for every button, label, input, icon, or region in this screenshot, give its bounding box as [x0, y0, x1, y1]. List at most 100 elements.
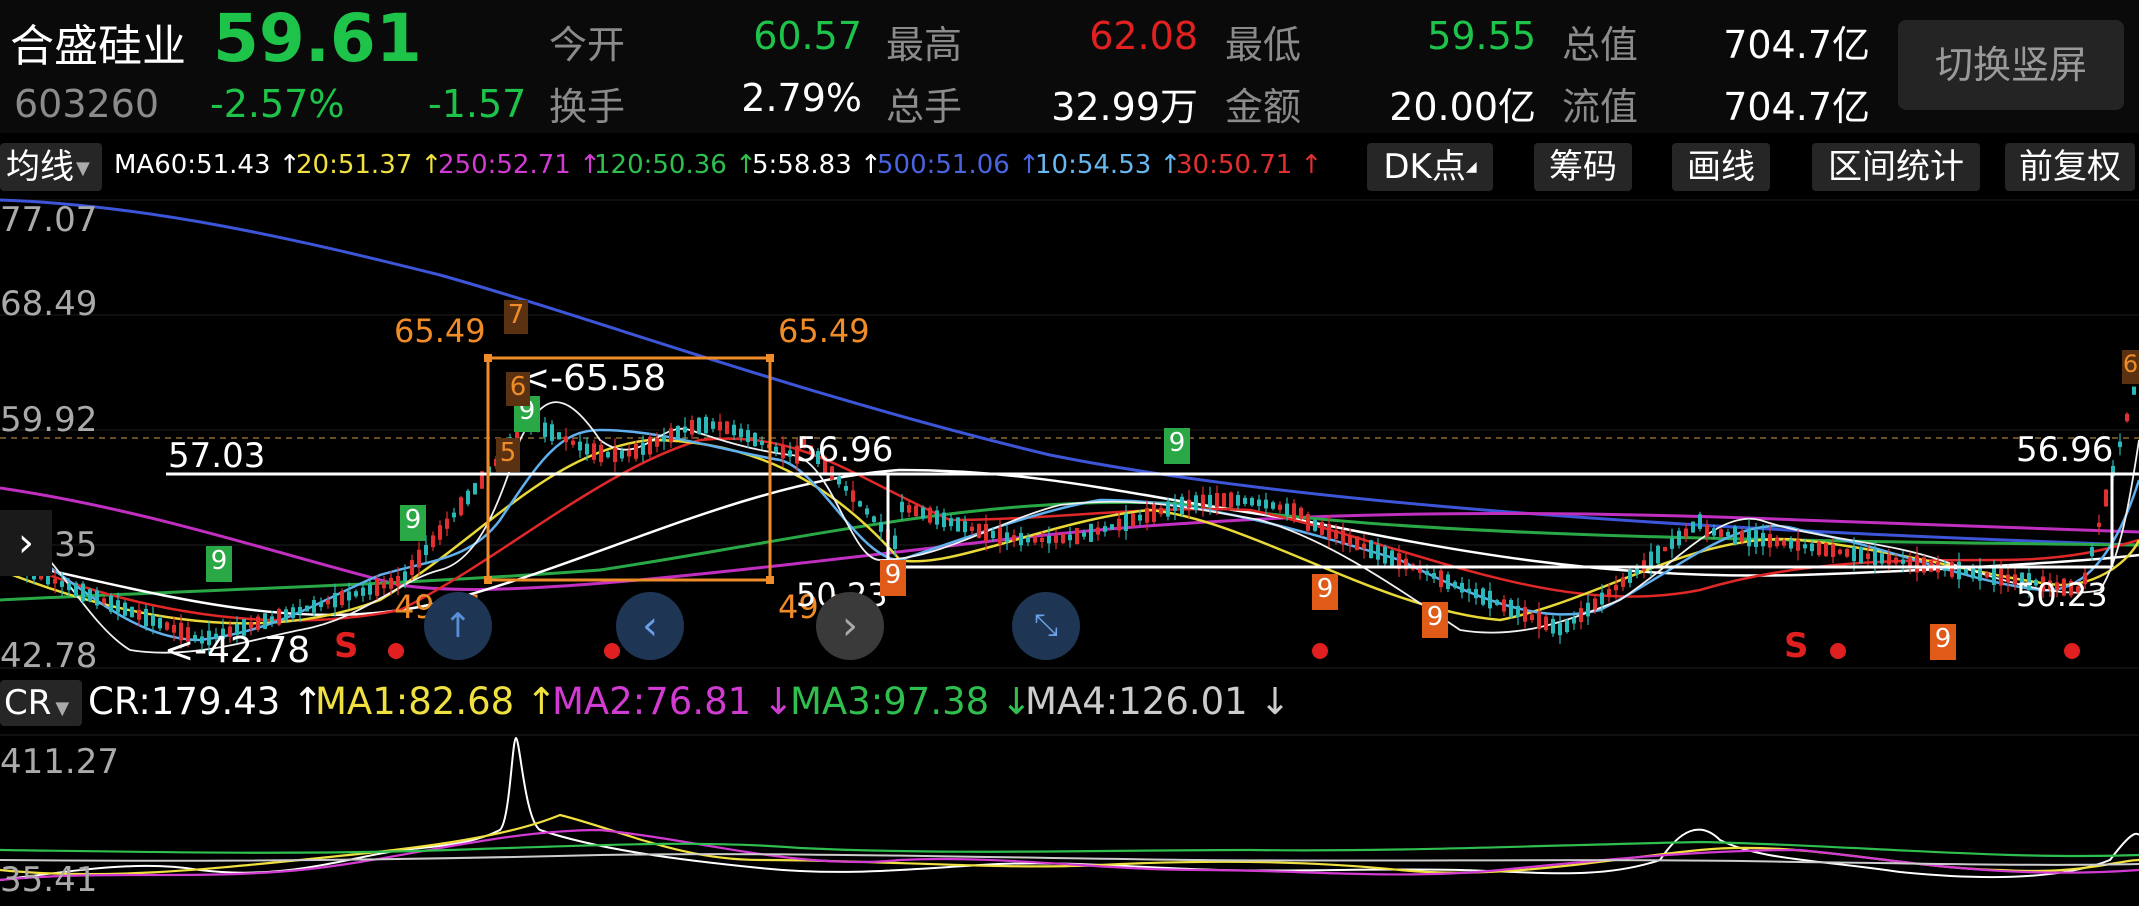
candle-body — [1166, 501, 1170, 517]
candle-body — [277, 609, 281, 625]
candle-body — [1789, 539, 1793, 549]
stock-name: 合盛硅业 — [10, 21, 186, 72]
count-badge-edge: 6 — [2122, 350, 2139, 384]
candle-body — [312, 600, 316, 613]
candle-body — [1173, 503, 1177, 511]
ma-legend-10: 10:54.53 ↑ — [1035, 150, 1182, 180]
candle-body — [1992, 567, 1996, 585]
candle-body — [1670, 538, 1674, 549]
candle-body — [879, 522, 883, 532]
candle-body — [1299, 507, 1303, 519]
candle-body — [333, 592, 337, 608]
candle-body — [606, 452, 610, 458]
candle-body — [1635, 567, 1639, 575]
candle-body — [438, 525, 442, 540]
candle-body — [634, 443, 638, 459]
candle-body — [1054, 535, 1058, 543]
draw-line-button[interactable]: 画线 — [1672, 143, 1770, 191]
candle-body — [942, 512, 946, 528]
box-high-left-label: 65.49 — [394, 312, 486, 350]
indicator-select[interactable]: CR ▼ — [0, 680, 82, 726]
range-stats-button[interactable]: 区间统计 — [1812, 143, 1980, 191]
candle-body — [53, 578, 57, 584]
candle-body — [1019, 533, 1023, 546]
candle-body — [1439, 570, 1443, 588]
candle-body — [2132, 386, 2136, 395]
candle-body — [1684, 528, 1688, 537]
candle-body — [354, 591, 358, 597]
dk-point-button[interactable]: DK点◢ — [1367, 143, 1493, 191]
candle-body — [662, 436, 666, 442]
candle-body — [1691, 521, 1695, 533]
candle-body — [1999, 568, 2003, 586]
stat-label-low: 最低 — [1225, 23, 1302, 67]
candle-body — [564, 436, 568, 443]
candle-body — [326, 600, 330, 605]
ma-legend-120: 120:50.36 ↑ — [594, 150, 757, 180]
candle-body — [963, 521, 967, 533]
adjust-button[interactable]: 前复权 — [2005, 143, 2135, 191]
candle-body — [585, 443, 589, 455]
candle-body — [1551, 618, 1555, 634]
candle-body — [1509, 599, 1513, 617]
candle-body — [977, 523, 981, 538]
candle-body — [1880, 553, 1884, 564]
candle-body — [1215, 493, 1219, 508]
candle-body — [788, 450, 792, 457]
candle-body — [459, 497, 463, 516]
candle-body — [914, 505, 918, 517]
collapse-icon: ⤡ — [1034, 608, 1058, 643]
candle-body — [1306, 514, 1310, 531]
ma-legend-5: 5:58.83 ↑ — [752, 150, 882, 180]
candle-body — [1061, 533, 1065, 544]
candle-body — [998, 527, 1002, 545]
candle-body — [305, 605, 309, 612]
candle-body — [1803, 544, 1807, 549]
candle-body — [1383, 546, 1387, 564]
kline-chart[interactable] — [0, 195, 2139, 906]
candle-body — [1838, 549, 1842, 554]
candle-body — [1754, 530, 1758, 547]
cr-legend-ma2: MA2:76.81 ↓ — [552, 680, 794, 723]
candle-body — [1985, 572, 1989, 578]
stat-value-high: 62.08 — [1089, 14, 1198, 58]
sell-mark-1: S — [334, 626, 359, 666]
stat-label-volume: 总手 — [886, 85, 963, 129]
candle-body — [1733, 526, 1737, 544]
stat-value-turnover: 2.79% — [741, 76, 862, 120]
ma-select[interactable]: 均线 ▼ — [0, 143, 102, 191]
expand-side-button[interactable]: › — [0, 510, 52, 576]
candle-body — [1460, 582, 1464, 593]
candle-body — [1432, 573, 1436, 579]
switch-portrait-button[interactable]: 切换竖屏 — [1898, 20, 2124, 110]
candle-body — [256, 616, 260, 630]
candle-body — [1628, 570, 1632, 583]
candle-body — [844, 486, 848, 491]
candle-body — [1572, 617, 1576, 624]
cursor-button[interactable]: ↑ — [424, 592, 492, 660]
nine-badge-orange-2: 9 — [1312, 574, 1338, 610]
candle-body — [1950, 562, 1954, 577]
candle-body — [872, 516, 876, 522]
cr-axis-top: 411.27 — [0, 742, 119, 782]
chevron-right-icon: › — [842, 603, 858, 649]
candle-body — [1761, 532, 1765, 547]
candle-body — [382, 582, 386, 589]
candle-body — [1705, 524, 1709, 537]
collapse-button[interactable]: ⤡ — [1012, 592, 1080, 660]
candle-body — [1145, 508, 1149, 523]
scroll-left-button[interactable]: ‹ — [616, 592, 684, 660]
candle-body — [676, 425, 680, 439]
candle-body — [1047, 535, 1051, 544]
chip-button[interactable]: 筹码 — [1534, 143, 1632, 191]
stock-code: 603260 — [14, 82, 160, 126]
candle-body — [1355, 536, 1359, 551]
scroll-right-button[interactable]: › — [816, 592, 884, 660]
candle-body — [151, 614, 155, 626]
change-percent: -2.57% — [210, 82, 345, 126]
cr-legend-ma3: MA3:97.38 ↓ — [790, 680, 1032, 723]
candle-body — [578, 441, 582, 451]
candle-body — [1222, 493, 1226, 507]
candle-body — [1502, 599, 1506, 612]
cr-legend-ma1: MA1:82.68 ↑ — [315, 680, 557, 723]
